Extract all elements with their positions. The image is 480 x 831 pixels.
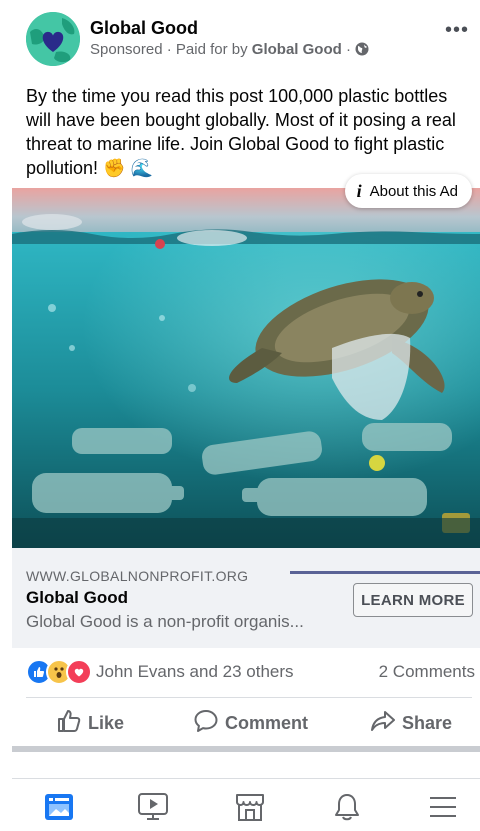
page-name[interactable]: Global Good	[90, 18, 198, 39]
post-text: By the time you read this post 100,000 p…	[26, 86, 456, 178]
comment-button[interactable]: Comment	[193, 705, 308, 741]
sponsored-label: Sponsored	[90, 41, 163, 58]
notifications-icon[interactable]	[330, 790, 364, 824]
page-avatar[interactable]	[26, 12, 80, 66]
link-domain: WWW.GLOBALNONPROFIT.ORG	[26, 568, 249, 584]
comments-count[interactable]: 2 Comments	[379, 662, 475, 682]
love-icon	[66, 659, 92, 685]
link-preview[interactable]: WWW.GLOBALNONPROFIT.ORG Global Good Glob…	[12, 548, 480, 648]
tabbar-border	[12, 778, 480, 779]
share-label: Share	[402, 712, 453, 733]
more-options-button[interactable]: •••	[442, 20, 472, 44]
globe-icon	[355, 42, 369, 60]
post-header: Global Good Sponsored · Paid for by Glob…	[0, 0, 480, 80]
like-button[interactable]: Like	[56, 705, 124, 741]
share-icon	[370, 708, 396, 739]
learn-more-button[interactable]: LEARN MORE	[353, 583, 473, 617]
post-meta: Sponsored · Paid for by Global Good ·	[90, 41, 369, 60]
about-this-ad-button[interactable]: i About this Ad	[344, 174, 472, 208]
info-icon: i	[356, 180, 362, 201]
feed-separator	[12, 746, 480, 752]
meta-separator-2: ·	[345, 41, 351, 58]
reacted-by[interactable]: John Evans and 23 others	[96, 662, 294, 682]
share-button[interactable]: Share	[370, 705, 452, 741]
like-label: Like	[88, 712, 125, 733]
about-this-ad-label: About this Ad	[369, 182, 458, 200]
news-feed-icon[interactable]	[42, 790, 76, 824]
paid-for-label: Paid for by	[175, 41, 248, 58]
meta-separator: ·	[166, 41, 172, 58]
post-actions: Like Comment Share	[0, 705, 480, 741]
link-description: Global Good is a non-profit organis...	[26, 612, 304, 631]
divider	[26, 697, 472, 698]
link-progress-bar	[290, 571, 480, 574]
menu-icon[interactable]	[426, 790, 460, 824]
reaction-icons[interactable]	[26, 659, 92, 685]
payer-name[interactable]: Global Good	[252, 41, 342, 58]
comment-icon	[193, 708, 219, 739]
watch-icon[interactable]	[136, 790, 170, 824]
marketplace-icon[interactable]	[233, 790, 267, 824]
thumbs-up-icon	[56, 708, 82, 739]
link-title[interactable]: Global Good	[26, 588, 128, 608]
comment-label: Comment	[225, 712, 309, 733]
ad-image[interactable]	[12, 188, 480, 548]
